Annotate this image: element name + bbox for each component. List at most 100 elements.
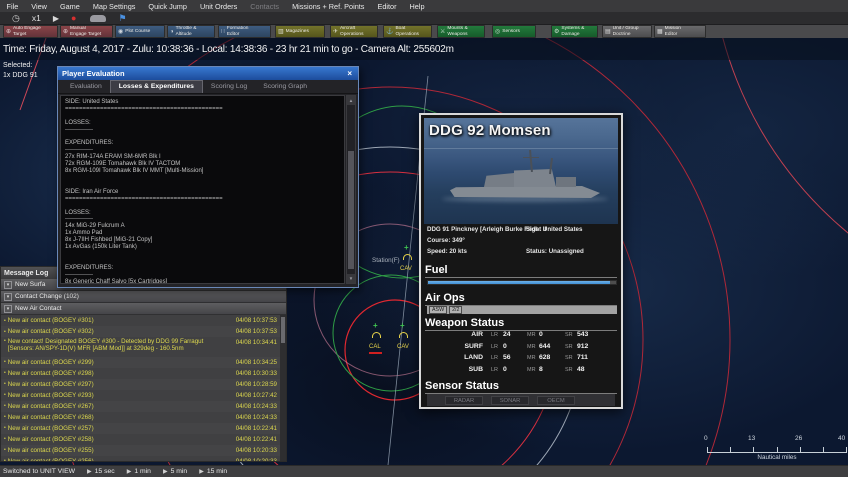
toolbar-button-systems-damage[interactable]: ⚙ Systems & Damage <box>551 25 598 38</box>
unit-label[interactable]: CAL <box>369 344 381 350</box>
list-item[interactable]: • New air contact (BOGEY #267) 04/08 10:24… <box>1 400 280 412</box>
air-ops-section-header: Air Ops <box>425 292 617 306</box>
menu-game[interactable]: Game <box>53 2 86 11</box>
message-time: 04/08 10:34:41 <box>235 339 277 346</box>
collapse-icon[interactable]: ▾ <box>4 280 12 289</box>
message-text: New air contact (BOGEY #299) <box>7 358 94 366</box>
unit-label[interactable]: CAV <box>400 266 412 272</box>
advance-5min-icon[interactable]: ▶ <box>163 468 168 475</box>
unit-summary: DDG 91 Pinckney [Arleigh Burke Flight II… <box>425 226 617 264</box>
list-item[interactable]: • New air contact (BOGEY #302) 04/08 10:37… <box>1 326 280 337</box>
toolbar-button-unit-group-doctrine[interactable]: ▤ Unit / Group Doctrine <box>602 25 652 38</box>
unit-symbol[interactable] <box>372 332 381 338</box>
toolbar-button-formation-editor[interactable]: ∷ Formation Editor <box>218 25 271 38</box>
toolbar-button-throttle-altitude[interactable]: ◑ Throttle & Altitude <box>167 25 215 38</box>
menu-view[interactable]: View <box>25 2 54 11</box>
scrollbar-thumb[interactable] <box>348 151 354 269</box>
tab-losses-expenditures[interactable]: Losses & Expenditures <box>109 80 203 93</box>
message-rows: • New air contact (BOGEY #301) 04/08 10:37… <box>1 315 280 461</box>
menu-editor[interactable]: Editor <box>371 2 403 11</box>
toolbar-button-aircraft-operations[interactable]: ✈ Aircraft Operations <box>330 25 378 38</box>
toolbar-button-mounts-weapons[interactable]: ⚔ Mounts & Weapons <box>437 25 485 38</box>
menu-file[interactable]: File <box>0 2 25 11</box>
menu-missions-ref-points[interactable]: Missions + Ref. Points <box>286 2 371 11</box>
list-item[interactable]: • New air contact (BOGEY #293) 04/08 10:27… <box>1 389 280 401</box>
collapse-icon[interactable]: ▾ <box>4 292 12 301</box>
close-icon[interactable]: × <box>345 69 354 78</box>
toolbar-button-sensors[interactable]: ◎ Sensors <box>492 25 536 38</box>
list-item[interactable]: • New air contact (BOGEY #301) 04/08 10:37… <box>1 315 280 326</box>
scrollbar-thumb[interactable] <box>281 317 285 343</box>
message-log-panel: Message Log ▾ New Surfa ▾ Contact Change… <box>0 266 287 462</box>
toolbar-button-manual-engage-target[interactable]: ⊕ Manual Engage Target <box>60 25 113 38</box>
tab-scoring-log[interactable]: Scoring Log <box>203 81 255 93</box>
list-item[interactable]: • New air contact (BOGEY #256) 04/08 10:20… <box>1 455 280 461</box>
unit-photo: DDG 92 Momsen <box>424 118 618 224</box>
list-item[interactable]: • New air contact (BOGEY #297) 04/08 10:28… <box>1 378 280 390</box>
clock-icon[interactable]: ◷ <box>12 12 20 25</box>
radar-button[interactable]: RADAR <box>445 395 483 405</box>
advance-15min-icon[interactable]: ▶ <box>199 468 204 475</box>
advance-15min-label[interactable]: 15 min <box>207 468 227 475</box>
list-item[interactable]: • New air contact (BOGEY #257) 04/08 10:22… <box>1 422 280 434</box>
unit-label[interactable]: CAV <box>397 344 409 350</box>
weapon-count: 912 <box>577 342 589 350</box>
menu-map-settings[interactable]: Map Settings <box>86 2 142 11</box>
oecm-button[interactable]: OECM <box>537 395 575 405</box>
toolbar-button-mission-editor[interactable]: ▦ Mission Editor <box>654 25 706 38</box>
table-row: SURF LR 0 MR 644 SR 912 <box>427 343 615 355</box>
fuel-gauge[interactable] <box>427 280 617 285</box>
list-item[interactable]: • New air contact (BOGEY #298) 04/08 10:30… <box>1 367 280 379</box>
toolbar-button-magazines[interactable]: ▥ Magazines <box>275 25 325 38</box>
advance-5min-label[interactable]: 5 min <box>171 468 188 475</box>
air-ops-badge: 2/2 <box>449 306 463 314</box>
time-compression-label[interactable]: x1 <box>32 12 41 25</box>
button-label: Weapons <box>447 31 468 37</box>
unit-symbol[interactable] <box>399 332 408 338</box>
advance-15sec-icon[interactable]: ▶ <box>87 468 92 475</box>
list-item[interactable]: • New air contact (BOGEY #255) 04/08 10:20… <box>1 444 280 456</box>
play-button[interactable]: ▶ <box>53 12 59 25</box>
toolbar-button-auto-engage-target[interactable]: ⊕ Auto Engage Target <box>3 25 58 38</box>
dialog-titlebar[interactable]: Player Evaluation × <box>58 67 358 80</box>
menu-quick-jump[interactable]: Quick Jump <box>142 2 194 11</box>
col-label: SR <box>565 366 573 373</box>
message-text: New air contact (BOGEY #258) <box>7 435 94 443</box>
message-log-scrollbar[interactable] <box>280 315 286 461</box>
message-group-contact-change[interactable]: ▾ Contact Change (102) <box>1 291 286 303</box>
selected-unit[interactable]: 1x DDG 91 <box>3 71 38 81</box>
record-button[interactable]: ● <box>71 12 76 25</box>
menu-help[interactable]: Help <box>403 2 431 11</box>
dialog-scrollbar[interactable]: ▲ ▼ <box>346 95 356 284</box>
toolbar-button-boat-operations[interactable]: ⚓ Boat Operations <box>383 25 432 38</box>
scroll-up-icon[interactable]: ▲ <box>347 96 355 105</box>
air-ops-bar[interactable]: ASW 2/2 <box>427 306 617 314</box>
advance-1min-icon[interactable]: ▶ <box>127 468 132 475</box>
list-item[interactable]: • New air contact (BOGEY #299) 04/08 10:34… <box>1 356 280 368</box>
message-time: 04/08 10:24:33 <box>235 413 277 421</box>
weapon-count: 628 <box>539 354 551 361</box>
tab-scoring-graph[interactable]: Scoring Graph <box>255 81 315 93</box>
sonar-button[interactable]: SONAR <box>491 395 529 405</box>
list-item[interactable]: • New air contact (BOGEY #268) 04/08 10:24… <box>1 411 280 423</box>
hostile-mark <box>369 352 382 354</box>
col-label: MR <box>527 366 536 373</box>
button-label: Editor <box>664 31 678 37</box>
scale-tick-label: 26 <box>795 435 803 442</box>
menu-unit-orders[interactable]: Unit Orders <box>193 2 243 11</box>
unit-symbol[interactable] <box>403 254 412 260</box>
recorder-icon[interactable] <box>90 14 107 22</box>
advance-1min-label[interactable]: 1 min <box>134 468 151 475</box>
list-item[interactable]: • New air contact (BOGEY #258) 04/08 10:22… <box>1 433 280 445</box>
tab-evaluation[interactable]: Evaluation <box>62 81 110 93</box>
scroll-down-icon[interactable]: ▼ <box>347 274 355 283</box>
collapse-icon[interactable]: ▾ <box>4 304 12 313</box>
toolbar-button-plot-course[interactable]: ◉ Plot Course <box>115 25 165 38</box>
flag-bookmark-icon[interactable]: ⚑ <box>118 12 126 25</box>
advance-15sec-label[interactable]: 15 sec <box>95 468 115 475</box>
sensor-status-section-header: Sensor Status <box>425 380 617 394</box>
list-item[interactable]: • New contact! Designated BOGEY #300 - De… <box>1 337 280 357</box>
message-group-new-air-contact[interactable]: ▾ New Air Contact <box>1 303 286 315</box>
bullet-icon: • <box>4 414 6 420</box>
ship-silhouette <box>442 149 608 202</box>
